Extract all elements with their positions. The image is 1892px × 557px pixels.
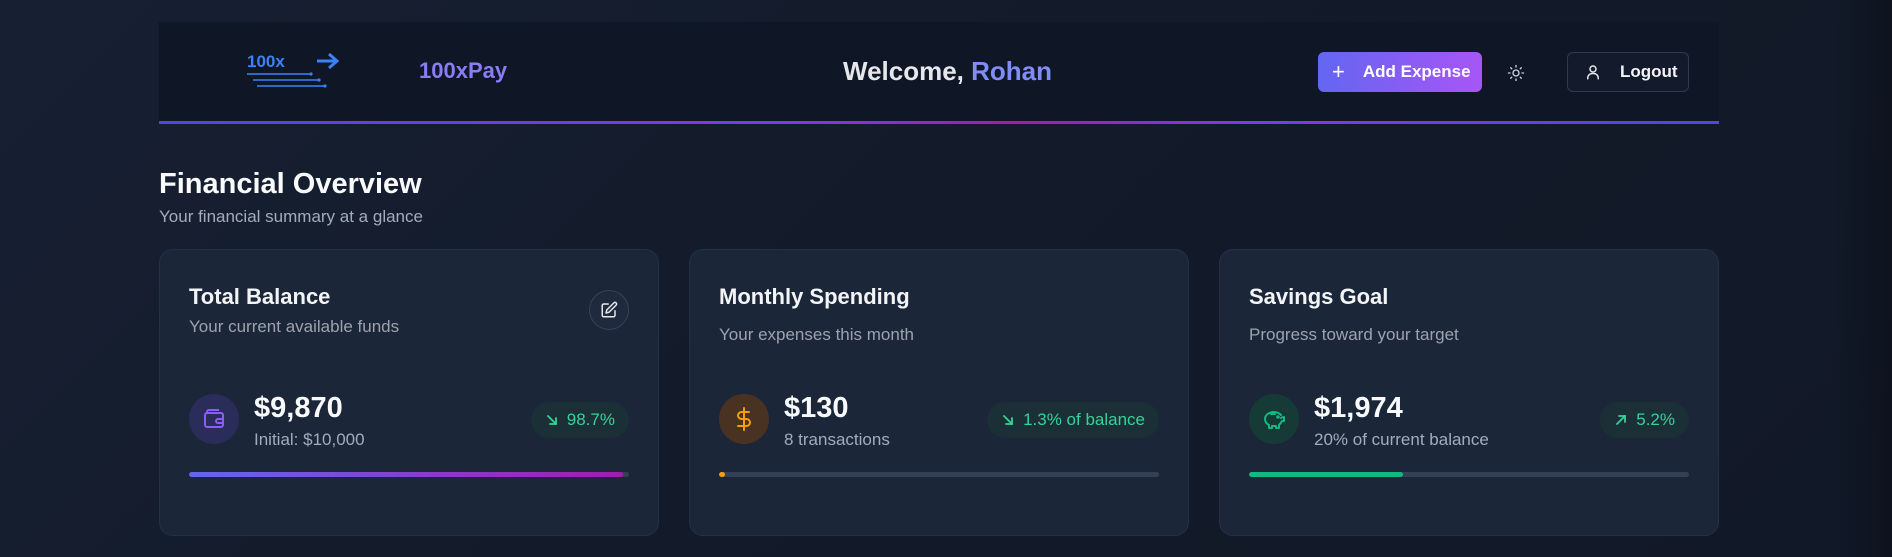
card-title: Monthly Spending [719,284,910,309]
balance-percent-badge: 98.7% [530,402,629,438]
add-expense-button[interactable]: + Add Expense [1318,52,1482,92]
user-icon [1584,63,1602,81]
wallet-icon-badge [189,394,239,444]
arrow-down-right-icon [1001,413,1015,427]
spending-progress-bar [719,472,1159,477]
logo[interactable]: 100x [247,52,347,112]
top-header: 100x 100xPay Welcome, Rohan + Add Expens… [159,22,1719,124]
section-title: Financial Overview [159,168,422,200]
page-edge-shade [1832,0,1892,557]
theme-toggle-button[interactable] [1503,60,1529,86]
arrow-up-right-icon [1614,413,1628,427]
transaction-count: 8 transactions [784,430,890,449]
savings-amount: $1,974 [1314,392,1403,424]
wallet-icon [204,409,224,428]
card-subtitle: Your expenses this month [719,325,914,344]
edit-balance-button[interactable] [589,290,629,330]
total-balance-card: Total Balance Your current available fun… [159,249,659,536]
progress-fill [1249,472,1403,477]
balance-progress-bar [189,472,629,477]
badge-text: 98.7% [566,410,615,429]
spending-percent-badge: 1.3% of balance [987,402,1159,438]
badge-text: 1.3% of balance [1023,410,1145,429]
card-subtitle: Progress toward your target [1249,325,1459,344]
user-name: Rohan [971,56,1053,86]
brand-name: 100xPay [419,58,508,83]
card-title: Savings Goal [1249,284,1389,309]
logo-arrow-icon [247,52,340,88]
savings-percent-badge: 5.2% [1600,402,1689,438]
piggy-bank-icon-badge [1249,394,1299,444]
badge-text: 5.2% [1636,410,1675,429]
logout-label: Logout [1620,62,1678,81]
welcome-message: Welcome, Rohan [843,56,1052,87]
spending-amount: $130 [784,392,849,424]
balance-amount: $9,870 [254,392,343,424]
logout-button[interactable]: Logout [1567,52,1689,92]
balance-initial: Initial: $10,000 [254,430,365,449]
monthly-spending-card: Monthly Spending Your expenses this mont… [689,249,1189,536]
card-title: Total Balance [189,284,331,309]
welcome-prefix: Welcome, [843,56,972,86]
edit-icon [601,301,618,318]
dollar-icon [737,407,751,431]
progress-fill [719,472,725,477]
arrow-down-right-icon [545,413,559,427]
progress-fill [189,472,624,477]
add-expense-label: Add Expense [1362,62,1471,81]
section-subtitle: Your financial summary at a glance [159,207,423,226]
piggy-bank-icon [1264,411,1285,429]
card-subtitle: Your current available funds [189,317,400,336]
savings-detail: 20% of current balance [1314,430,1489,449]
sun-icon [1507,64,1525,82]
savings-progress-bar [1249,472,1689,477]
dollar-icon-badge [719,394,769,444]
plus-icon: + [1332,59,1345,84]
savings-goal-card: Savings Goal Progress toward your target… [1219,249,1719,536]
